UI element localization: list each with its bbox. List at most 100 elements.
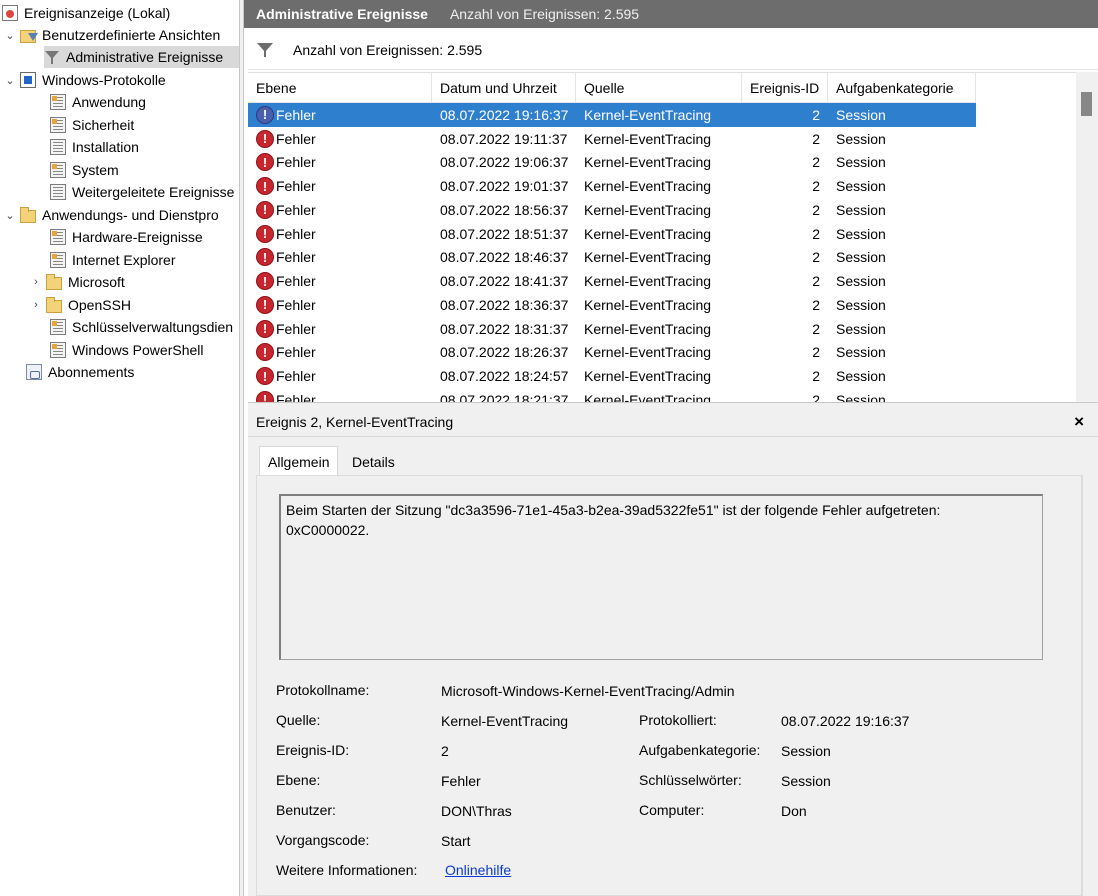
cell-event-id: 2 [812, 106, 820, 123]
cell-level: ! Fehler [248, 295, 432, 314]
tree-node-openssh[interactable]: › OpenSSH [28, 294, 131, 316]
cell-source: Kernel-EventTracing [584, 154, 712, 171]
table-row[interactable]: ! Fehler 08.07.2022 19:16:37 Kernel-EventTr… [248, 103, 976, 127]
cell-level: ! Fehler [248, 200, 432, 219]
table-row[interactable]: ! Fehler 08.07.2022 18:51:37 Kernel-EventTr… [248, 222, 976, 246]
error-icon: ! [256, 105, 274, 124]
level-label: Ebene: [276, 772, 321, 788]
chevron-down-icon[interactable]: ⌄ [2, 27, 18, 43]
event-list-scrollbar[interactable] [1076, 72, 1098, 402]
online-help-link[interactable]: Onlinehilfe [445, 862, 511, 878]
cell-event-id: 2 [812, 154, 820, 171]
table-row[interactable]: ! Fehler 08.07.2022 18:36:37 Kernel-EventTr… [248, 293, 976, 317]
vertical-splitter[interactable] [239, 0, 244, 896]
table-row[interactable]: ! Fehler 08.07.2022 18:46:37 Kernel-EventTr… [248, 246, 976, 270]
chevron-down-icon[interactable]: ⌄ [2, 207, 18, 223]
cell-task-category: Session [836, 154, 886, 171]
error-icon: ! [256, 129, 274, 148]
table-row[interactable]: ! Fehler 08.07.2022 18:26:37 Kernel-EventTr… [248, 341, 976, 365]
cell-event-id: 2 [812, 296, 820, 313]
tree-node-windows-logs[interactable]: ⌄ Windows-Protokolle [2, 69, 166, 91]
column-header-level[interactable]: Ebene [248, 73, 432, 103]
level-text: Fehler [276, 249, 316, 266]
cell-task-category: Session [836, 201, 886, 218]
tree-node-internet-explorer[interactable]: Internet Explorer [50, 249, 176, 271]
tree-node-label: Administrative Ereignisse [66, 49, 224, 65]
table-row[interactable]: ! Fehler 08.07.2022 18:41:37 Kernel-EventTr… [248, 269, 976, 293]
event-count: Anzahl von Ereignissen: 2.595 [449, 6, 640, 22]
table-row[interactable]: ! Fehler 08.07.2022 19:11:37 Kernel-EventTr… [248, 127, 976, 151]
tree-node-root[interactable]: Ereignisanzeige (Lokal) [2, 2, 170, 24]
table-row[interactable]: ! Fehler 08.07.2022 18:31:37 Kernel-EventTr… [248, 317, 976, 341]
tree-node-app-service-logs[interactable]: ⌄ Anwendungs- und Dienstpro [2, 204, 219, 226]
column-header-event-id[interactable]: Ereignis-ID [742, 73, 828, 103]
error-icon: ! [256, 200, 274, 219]
cell-level: ! Fehler [248, 105, 432, 124]
cell-task-category: Session [836, 296, 886, 313]
detail-scrollbar[interactable] [1082, 475, 1098, 896]
user-value: DON\Thras [441, 803, 512, 819]
folder-icon [46, 273, 62, 290]
error-icon: ! [256, 153, 274, 172]
cell-level: ! Fehler [248, 319, 432, 338]
navigation-tree: Ereignisanzeige (Lokal) ⌄ Benutzerdefini… [0, 0, 239, 896]
tree-node-security[interactable]: Sicherheit [50, 114, 134, 136]
folder-icon [20, 206, 36, 223]
table-row[interactable]: ! Fehler 08.07.2022 18:56:37 Kernel-EventTr… [248, 198, 976, 222]
level-text: Fehler [276, 154, 316, 171]
event-rows: ! Fehler 08.07.2022 19:16:37 Kernel-EventTr… [248, 103, 1078, 402]
tree-node-system[interactable]: System [50, 159, 119, 181]
error-icon: ! [256, 272, 274, 291]
tree-node-label: Anwendung [72, 94, 146, 110]
cell-source: Kernel-EventTracing [584, 391, 712, 402]
cell-date: 08.07.2022 18:41:37 [440, 273, 569, 290]
tree-node-forwarded[interactable]: Weitergeleitete Ereignisse [50, 181, 234, 203]
level-text: Fehler [276, 225, 316, 242]
tree-node-key-management[interactable]: Schlüsselverwaltungsdien [50, 316, 233, 338]
table-row[interactable]: ! Fehler 08.07.2022 19:01:37 Kernel-EventTr… [248, 174, 976, 198]
tree-node-application[interactable]: Anwendung [50, 91, 146, 113]
log-icon [50, 184, 66, 200]
tab-details[interactable]: Details [344, 448, 403, 476]
chevron-down-icon[interactable]: ⌄ [2, 72, 18, 88]
task-category-label: Aufgabenkategorie: [639, 742, 761, 758]
log-icon [50, 94, 66, 110]
column-header-date[interactable]: Datum und Uhrzeit [432, 73, 576, 103]
tree-node-subscriptions[interactable]: Abonnements [26, 361, 134, 383]
error-icon: ! [256, 295, 274, 314]
chevron-right-icon[interactable]: › [28, 297, 44, 313]
detail-header: Ereignis 2, Kernel-EventTracing × [248, 407, 1098, 437]
cell-task-category: Session [836, 320, 886, 337]
cell-event-id: 2 [812, 391, 820, 402]
table-row[interactable]: ! Fehler 08.07.2022 18:24:57 Kernel-EventTr… [248, 364, 976, 388]
chevron-right-icon[interactable]: › [28, 274, 44, 290]
scrollbar-thumb[interactable] [1081, 92, 1092, 116]
tree-node-custom-views[interactable]: ⌄ Benutzerdefinierte Ansichten [2, 24, 220, 46]
tree-node-setup[interactable]: Installation [50, 136, 139, 158]
tree-node-label: Sicherheit [72, 117, 135, 133]
event-viewer-icon [2, 5, 18, 21]
keywords-label: Schlüsselwörter: [639, 772, 742, 788]
event-message[interactable]: Beim Starten der Sitzung "dc3a3596-71e1-… [279, 494, 1043, 660]
cell-source: Kernel-EventTracing [584, 249, 712, 266]
close-icon[interactable]: × [1074, 412, 1084, 432]
cell-level: ! Fehler [248, 177, 432, 196]
cell-level: ! Fehler [248, 343, 432, 362]
column-header-task-category[interactable]: Aufgabenkategorie [828, 73, 976, 103]
tree-node-microsoft[interactable]: › Microsoft [28, 271, 125, 293]
table-row[interactable]: ! Fehler 08.07.2022 19:06:37 Kernel-EventTr… [248, 151, 976, 175]
cell-event-id: 2 [812, 344, 820, 361]
tree-node-label: Anwendungs- und Dienstpro [42, 207, 219, 223]
error-icon: ! [256, 224, 274, 243]
cell-source: Kernel-EventTracing [584, 344, 712, 361]
cell-date: 08.07.2022 18:31:37 [440, 320, 569, 337]
table-row[interactable]: ! Fehler 08.07.2022 18:21:37 Kernel-EventTr… [248, 388, 976, 402]
tree-node-hardware[interactable]: Hardware-Ereignisse [50, 226, 203, 248]
source-label: Quelle: [276, 712, 321, 728]
cell-task-category: Session [836, 130, 886, 147]
tab-general[interactable]: Allgemein [259, 446, 339, 476]
computer-value: Don [781, 803, 807, 819]
column-header-source[interactable]: Quelle [576, 73, 742, 103]
tree-node-powershell[interactable]: Windows PowerShell [50, 339, 204, 361]
tree-node-admin-events[interactable]: Administrative Ereignisse [44, 46, 239, 68]
